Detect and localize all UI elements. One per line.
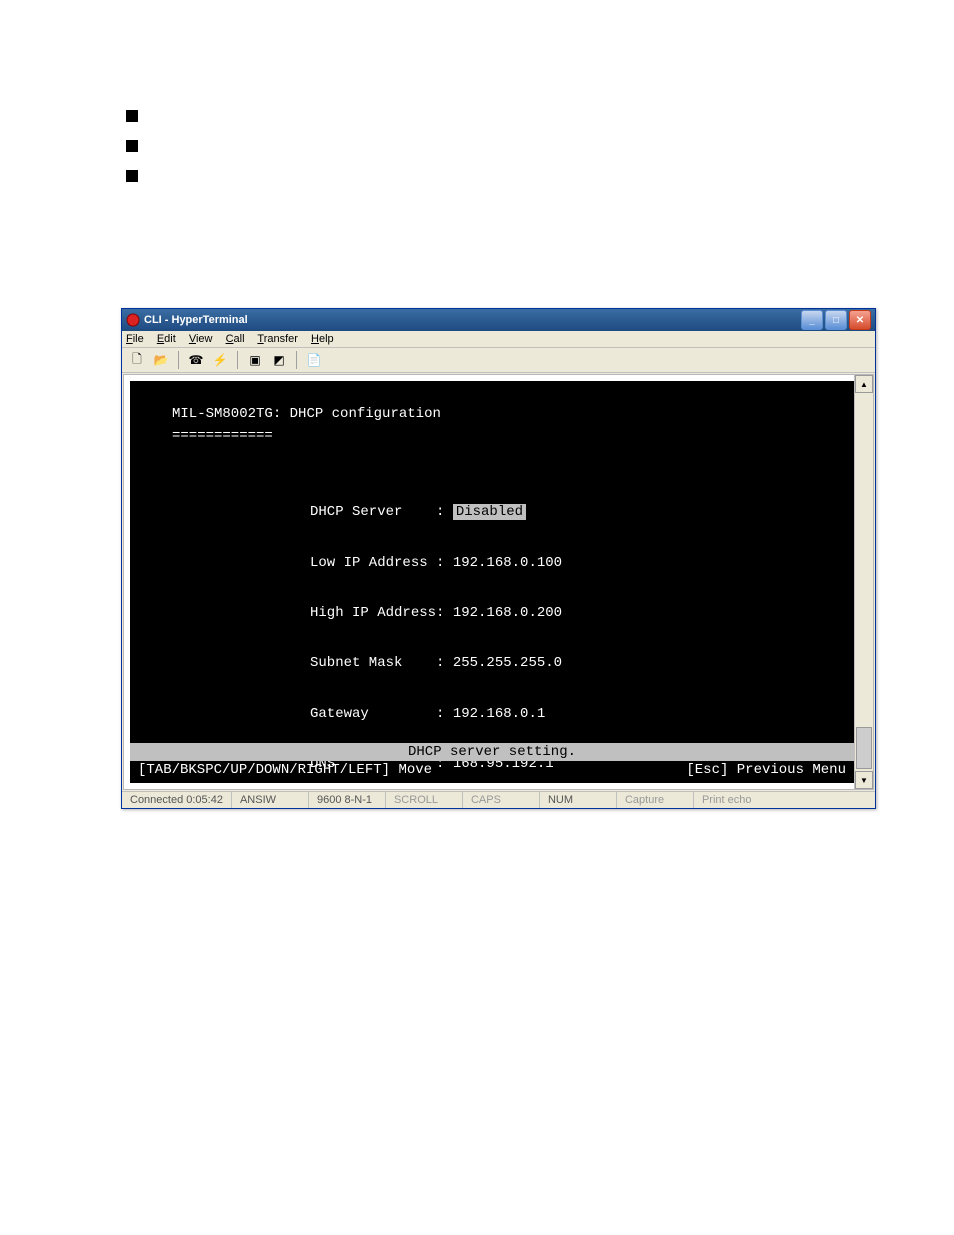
send-icon[interactable]: ▣ [246, 351, 264, 369]
low-ip-label: Low IP Address : [310, 555, 444, 571]
menu-view[interactable]: View [189, 333, 213, 345]
dhcp-server-value[interactable]: Disabled [453, 504, 526, 520]
gateway-label: Gateway : [310, 706, 444, 722]
menu-transfer[interactable]: Transfer [257, 333, 298, 345]
status-print-echo: Print echo [694, 792, 770, 808]
high-ip-value[interactable]: 192.168.0.200 [453, 605, 562, 621]
gateway-value[interactable]: 192.168.0.1 [453, 706, 545, 722]
maximize-button[interactable]: □ [825, 310, 847, 330]
titlebar[interactable]: CLI - HyperTerminal _ □ ✕ [122, 309, 875, 331]
terminal-header: MIL-SM8002TG: DHCP configuration [130, 403, 854, 425]
properties-icon[interactable]: 📄 [305, 351, 323, 369]
terminal-footer: [TAB/BKSPC/UP/DOWN/RIGHT/LEFT] Move [Esc… [130, 759, 854, 781]
menu-edit[interactable]: Edit [157, 333, 176, 345]
scroll-down-icon[interactable]: ▼ [855, 771, 873, 789]
status-port: 9600 8-N-1 [309, 792, 386, 808]
scrollbar[interactable]: ▲ ▼ [854, 375, 873, 789]
menu-call[interactable]: Call [226, 333, 245, 345]
menu-file[interactable]: File [126, 333, 144, 345]
dhcp-server-label: DHCP Server : [310, 504, 444, 520]
high-ip-label: High IP Address: [310, 605, 444, 621]
close-button[interactable]: ✕ [849, 310, 871, 330]
status-connected: Connected 0:05:42 [122, 792, 232, 808]
window-title: CLI - HyperTerminal [144, 314, 801, 326]
footer-esc-hint: [Esc] Previous Menu [686, 759, 846, 781]
terminal[interactable]: MIL-SM8002TG: DHCP configuration =======… [130, 381, 854, 783]
hyperterminal-window: CLI - HyperTerminal _ □ ✕ File Edit View… [121, 308, 876, 809]
status-emulation: ANSIW [232, 792, 309, 808]
toolbar: 🗋 📂 ☎ ⚡ ▣ ◩ 📄 [122, 348, 875, 373]
subnet-label: Subnet Mask : [310, 655, 444, 671]
receive-icon[interactable]: ◩ [270, 351, 288, 369]
scroll-thumb[interactable] [856, 727, 872, 769]
bullet-icon [126, 140, 138, 152]
disconnect-icon[interactable]: ⚡ [211, 351, 229, 369]
scroll-up-icon[interactable]: ▲ [855, 375, 873, 393]
separator [296, 351, 297, 369]
separator [178, 351, 179, 369]
terminal-body: DHCP Server : Disabled Low IP Address : … [130, 448, 854, 783]
status-caps: CAPS [463, 792, 540, 808]
status-capture: Capture [617, 792, 694, 808]
call-icon[interactable]: ☎ [187, 351, 205, 369]
terminal-underline: ============ [130, 425, 854, 447]
app-icon [126, 313, 140, 327]
menu-help[interactable]: Help [311, 333, 334, 345]
minimize-button[interactable]: _ [801, 310, 823, 330]
status-num: NUM [540, 792, 617, 808]
subnet-value[interactable]: 255.255.255.0 [453, 655, 562, 671]
bullet-list [126, 110, 138, 200]
bullet-icon [126, 110, 138, 122]
statusbar: Connected 0:05:42 ANSIW 9600 8-N-1 SCROL… [122, 791, 875, 808]
open-icon[interactable]: 📂 [152, 351, 170, 369]
footer-nav-hint: [TAB/BKSPC/UP/DOWN/RIGHT/LEFT] Move [138, 759, 432, 781]
content-area: MIL-SM8002TG: DHCP configuration =======… [123, 374, 874, 790]
new-icon[interactable]: 🗋 [128, 351, 146, 369]
status-scroll: SCROLL [386, 792, 463, 808]
menubar: File Edit View Call Transfer Help [122, 331, 875, 348]
separator [237, 351, 238, 369]
bullet-icon [126, 170, 138, 182]
low-ip-value[interactable]: 192.168.0.100 [453, 555, 562, 571]
